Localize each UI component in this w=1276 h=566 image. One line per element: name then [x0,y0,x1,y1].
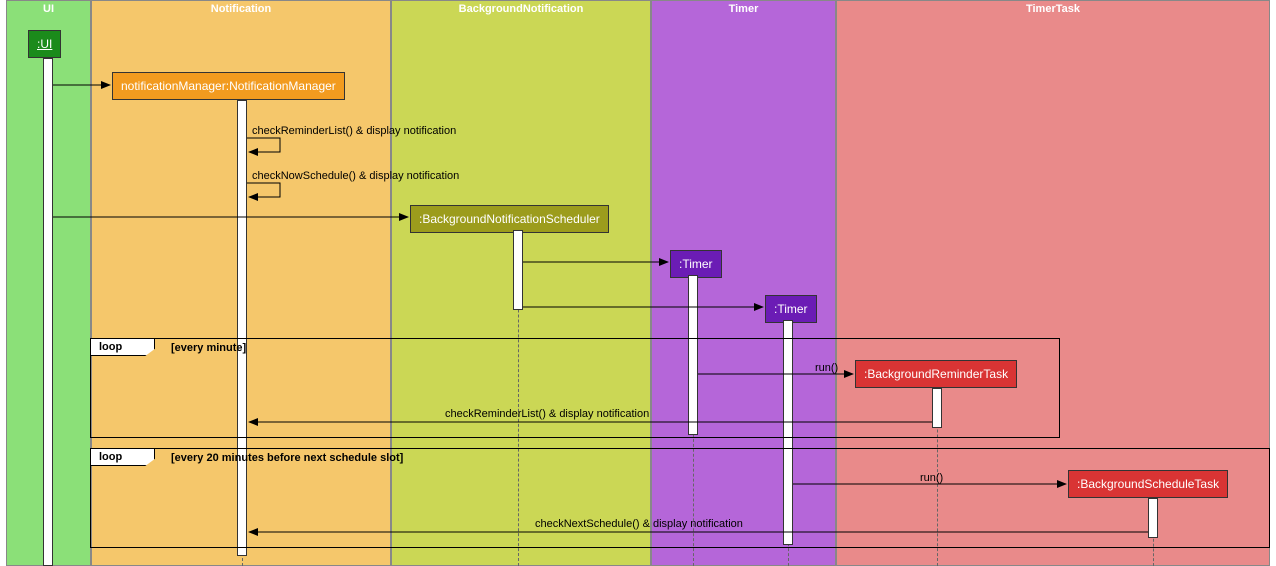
lane-ui-title: UI [7,1,90,17]
msg-run-2: run() [920,472,943,484]
activation-ui [43,58,53,566]
object-bg-notif-scheduler: :BackgroundNotificationScheduler [410,205,609,233]
lane-timer-title: Timer [652,1,835,17]
msg-check-reminder-list-2: checkReminderList() & display notificati… [445,408,649,420]
fragment-loop-2-label: loop [90,448,155,466]
fragment-loop-1-cond: [every minute] [171,342,246,354]
fragment-loop-1: loop [every minute] [90,338,1060,438]
lane-timertask-title: TimerTask [837,1,1269,17]
object-timer-2: :Timer [765,295,817,323]
msg-check-now-schedule: checkNowSchedule() & display notificatio… [252,170,459,182]
msg-run-1: run() [815,362,838,374]
object-ui: :UI [28,30,61,58]
object-notification-manager: notificationManager:NotificationManager [112,72,345,100]
msg-check-next-schedule: checkNextSchedule() & display notificati… [535,518,743,530]
fragment-loop-1-label: loop [90,338,155,356]
activation-bns [513,230,523,310]
fragment-loop-2: loop [every 20 minutes before next sched… [90,448,1270,548]
lane-bgnotif-title: BackgroundNotification [392,1,650,17]
fragment-loop-2-cond: [every 20 minutes before next schedule s… [171,452,403,464]
object-timer-1: :Timer [670,250,722,278]
msg-check-reminder-list-1: checkReminderList() & display notificati… [252,125,456,137]
lane-notification-title: Notification [92,1,390,17]
